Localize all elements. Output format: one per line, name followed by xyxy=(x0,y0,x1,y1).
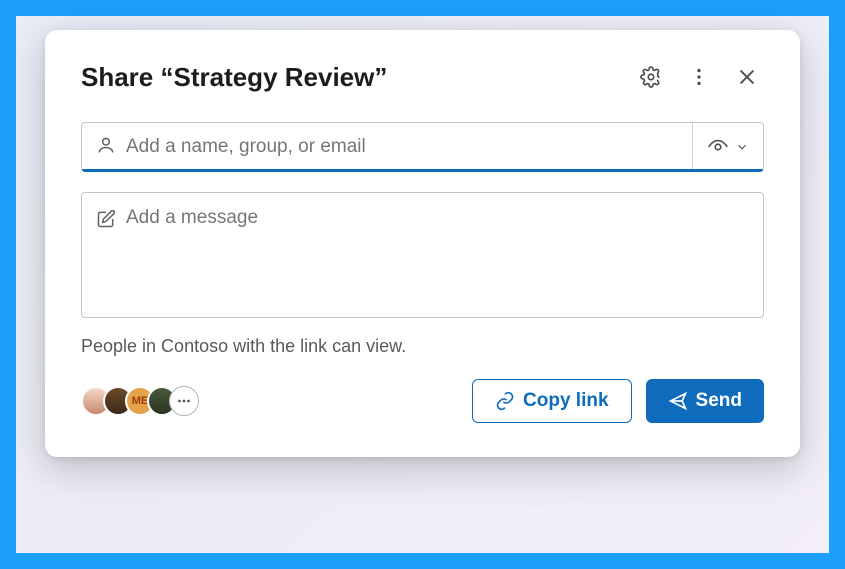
permission-text: People in Contoso with the link can view… xyxy=(81,336,764,357)
shared-with-avatars[interactable]: ME xyxy=(81,386,458,416)
message-input[interactable] xyxy=(126,207,749,303)
chevron-down-icon xyxy=(735,140,749,154)
person-icon xyxy=(96,135,116,160)
recipient-main xyxy=(82,123,692,171)
ellipsis-icon xyxy=(175,392,193,410)
close-button[interactable] xyxy=(730,60,764,94)
dialog-title: Share “Strategy Review” xyxy=(81,62,620,93)
more-vertical-icon xyxy=(688,66,710,88)
avatar-overflow[interactable] xyxy=(169,386,199,416)
close-icon xyxy=(736,66,758,88)
share-dialog: Share “Strategy Review” xyxy=(45,30,800,457)
copy-link-label: Copy link xyxy=(523,390,609,412)
send-label: Send xyxy=(696,390,742,412)
copy-link-button[interactable]: Copy link xyxy=(472,379,632,423)
header-row: Share “Strategy Review” xyxy=(81,60,764,94)
send-icon xyxy=(668,391,688,411)
footer-row: ME Copy link Send xyxy=(81,379,764,423)
recipient-input[interactable] xyxy=(126,136,678,158)
more-button[interactable] xyxy=(682,60,716,94)
settings-button[interactable] xyxy=(634,60,668,94)
edit-icon xyxy=(96,209,116,303)
eye-icon xyxy=(707,136,729,158)
recipient-field[interactable] xyxy=(81,122,764,172)
link-icon xyxy=(495,391,515,411)
message-field[interactable] xyxy=(81,192,764,318)
send-button[interactable]: Send xyxy=(646,379,764,423)
permission-dropdown[interactable] xyxy=(692,123,763,171)
gear-icon xyxy=(640,66,662,88)
